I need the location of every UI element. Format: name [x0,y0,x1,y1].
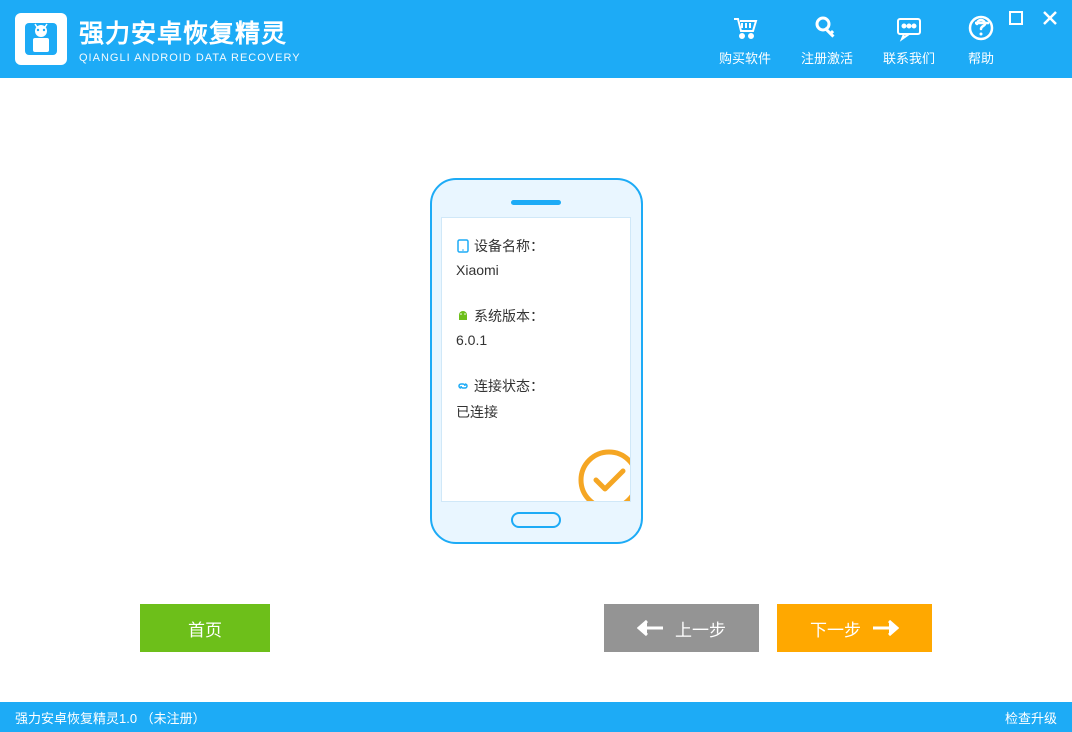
phone-screen: 设备名称： Xiaomi 系统版本： 6.0.1 [441,217,631,502]
prev-button-label: 上一步 [675,616,726,641]
check-update-link[interactable]: 检查升级 [1005,708,1057,727]
maximize-button[interactable] [1006,8,1026,28]
arrow-right-icon [871,619,899,637]
button-row: 首页 上一步 下一步 [30,604,1042,672]
connection-block: 连接状态： 已连接 [456,376,616,422]
system-version-label: 系统版本： [474,306,544,326]
system-version-block: 系统版本： 6.0.1 [456,306,616,348]
content-area: 设备名称： Xiaomi 系统版本： 6.0.1 [0,78,1072,702]
app-subtitle: QIANGLI ANDROID DATA RECOVERY [79,52,301,64]
window-controls [972,8,1060,28]
device-name-block: 设备名称： Xiaomi [456,236,616,278]
phone-speaker-icon [511,200,561,205]
key-icon [811,12,843,44]
phone-graphic-container: 设备名称： Xiaomi 系统版本： 6.0.1 [30,118,1042,604]
phone-home-button-icon [511,512,561,528]
chat-icon [893,12,925,44]
android-icon [456,309,470,323]
phone-graphic: 设备名称： Xiaomi 系统版本： 6.0.1 [430,178,643,544]
menu-buy[interactable]: 购买软件 [719,12,771,67]
app-logo [15,13,67,65]
home-button[interactable]: 首页 [140,604,270,652]
next-button-label: 下一步 [810,616,861,641]
menu-contact[interactable]: 联系我们 [883,12,935,67]
connection-value: 已连接 [456,402,616,422]
menu-buy-label: 购买软件 [719,48,771,67]
menu-contact-label: 联系我们 [883,48,935,67]
home-button-label: 首页 [188,616,222,641]
device-icon [456,239,470,253]
link-icon [456,379,470,393]
device-name-label: 设备名称： [474,236,544,256]
checkmark-icon [574,445,631,502]
menu-register[interactable]: 注册激活 [801,12,853,67]
footer: 强力安卓恢复精灵1.0 （未注册） 检查升级 [0,702,1072,732]
system-version-value: 6.0.1 [456,332,616,348]
app-window: 强力安卓恢复精灵 QIANGLI ANDROID DATA RECOVERY 购… [0,0,1072,732]
arrow-left-icon [637,619,665,637]
menu-register-label: 注册激活 [801,48,853,67]
cart-icon [729,12,761,44]
device-name-value: Xiaomi [456,262,616,278]
app-title: 强力安卓恢复精灵 [79,14,301,50]
menu-help-label: 帮助 [968,48,994,67]
minimize-button[interactable] [972,8,992,28]
header-menu: 购买软件 注册激活 [719,12,997,67]
prev-button[interactable]: 上一步 [604,604,759,652]
connection-label: 连接状态： [474,376,544,396]
next-button[interactable]: 下一步 [777,604,932,652]
header: 强力安卓恢复精灵 QIANGLI ANDROID DATA RECOVERY 购… [0,0,1072,78]
title-area: 强力安卓恢复精灵 QIANGLI ANDROID DATA RECOVERY [79,14,301,64]
footer-status: 强力安卓恢复精灵1.0 （未注册） [15,708,206,727]
close-button[interactable] [1040,8,1060,28]
